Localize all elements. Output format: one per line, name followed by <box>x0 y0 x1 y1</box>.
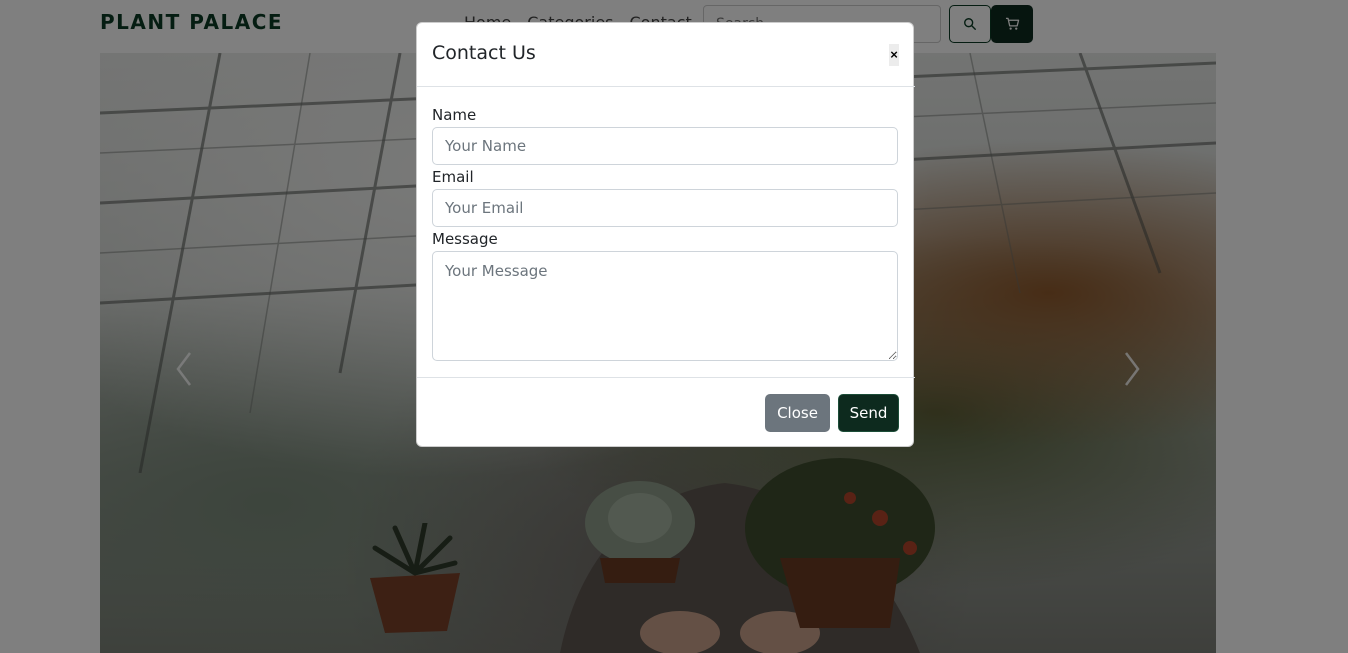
send-button[interactable]: Send <box>838 394 899 432</box>
email-label: Email <box>432 168 474 186</box>
scrollbar[interactable] <box>1344 0 1348 653</box>
close-icon[interactable]: × <box>889 44 899 66</box>
name-label: Name <box>432 106 477 124</box>
page: PLANT PALACE Home Categories Contact <box>0 0 1348 653</box>
modal-header: Contact Us × <box>417 23 915 87</box>
email-field[interactable] <box>432 189 898 227</box>
contact-modal: Contact Us × Name Email Message Close Se… <box>416 22 915 448</box>
message-field[interactable] <box>432 251 898 361</box>
name-field[interactable] <box>432 127 898 165</box>
message-label: Message <box>432 230 498 248</box>
modal-title: Contact Us <box>432 42 536 64</box>
modal-footer: Close Send <box>417 377 915 448</box>
close-button[interactable]: Close <box>765 394 830 432</box>
